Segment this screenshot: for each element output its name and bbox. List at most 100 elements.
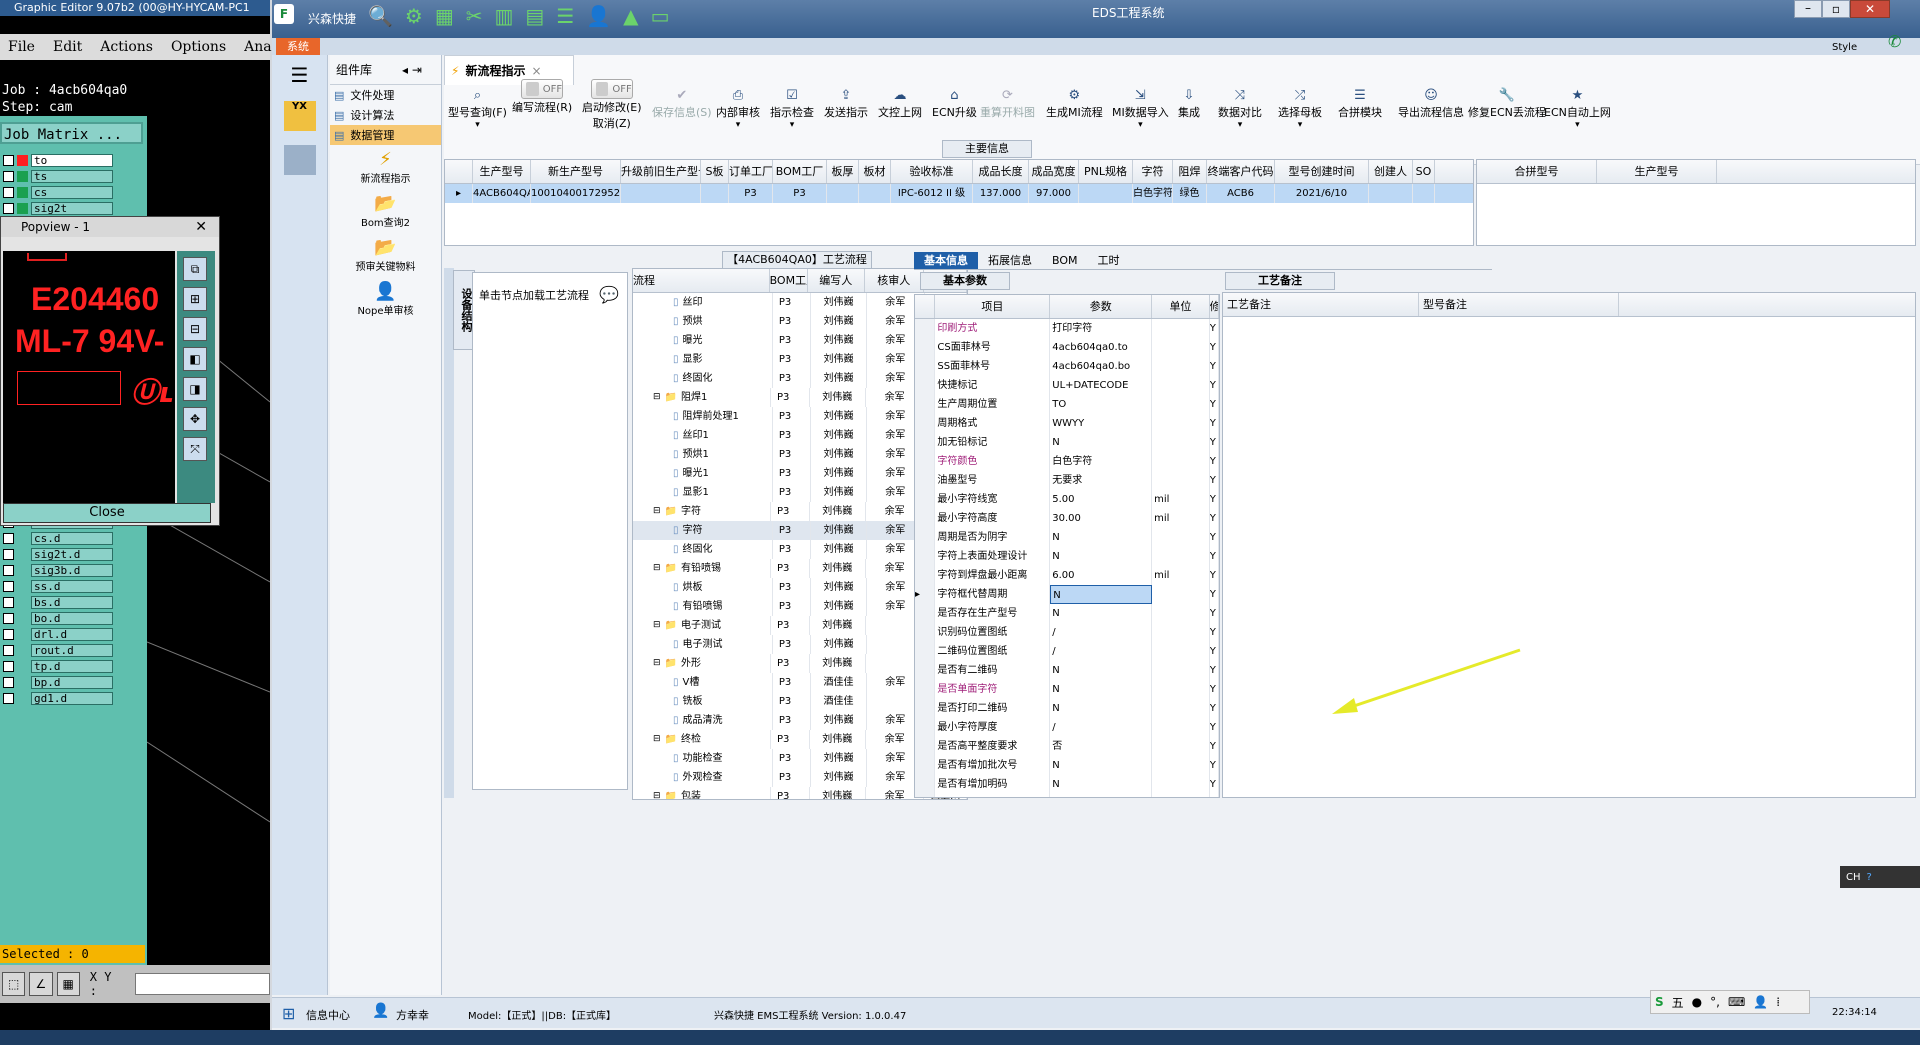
flow-cell[interactable]: 刘伟巍 [811, 540, 867, 559]
ime-lang-bar[interactable]: CH ? [1840, 866, 1920, 888]
close-tab-icon[interactable]: × [531, 64, 541, 78]
flow-node[interactable]: ▯ 预烘 [633, 312, 773, 331]
expand-toggle-icon[interactable]: ⊟ [653, 787, 661, 799]
flow-cell[interactable]: P3 [773, 540, 812, 559]
param-value[interactable]: N [1050, 547, 1153, 566]
flow-cell[interactable]: 刘伟巍 [811, 312, 867, 331]
param-value[interactable]: N [1050, 661, 1153, 680]
job-matrix-button[interactable]: Job Matrix ... [0, 122, 143, 144]
toggle-switch[interactable]: OFF [590, 79, 633, 99]
flow-node[interactable]: ▯ V槽 [633, 673, 773, 692]
flow-cell[interactable]: 刘伟巍 [811, 768, 867, 787]
table-cell[interactable]: P3 [729, 184, 773, 203]
flow-cell[interactable]: P3 [773, 464, 812, 483]
param-value[interactable]: 无要求 [1050, 471, 1153, 490]
menu-icon[interactable]: ⁞ [1776, 995, 1780, 1009]
flow-cell[interactable]: 刘伟巍 [810, 616, 866, 635]
yx-icon[interactable]: YX [283, 101, 316, 131]
flow-cell[interactable]: 刘伟巍 [810, 654, 866, 673]
flow-node[interactable]: ▯ 丝印 [633, 293, 773, 312]
list-icon[interactable]: ☰ [556, 4, 574, 28]
param-value[interactable]: 4acb604qa0.bo [1050, 357, 1153, 376]
layer-row[interactable]: ss.d [0, 578, 147, 594]
flow-node[interactable]: ▯ 丝印1 [633, 426, 773, 445]
punctuation-icon[interactable]: °, [1710, 995, 1720, 1009]
info-center-link[interactable]: 信息中心 [306, 1007, 350, 1023]
column-header[interactable]: 板材 [859, 160, 891, 183]
param-row[interactable]: ▸ 字符框代替周期 N Y [915, 585, 1219, 604]
param-value[interactable]: 否 [1050, 737, 1153, 756]
toolbar-compare-button[interactable]: ⤨ 数据对比 ▾ [1218, 88, 1262, 130]
toolbar-search-button[interactable]: ⌕ 型号查询(F) ▾ [448, 88, 507, 130]
table-cell[interactable]: ACB6 [1207, 184, 1275, 203]
param-row[interactable]: 是否有增加明码 N Y [915, 775, 1219, 794]
flow-cell[interactable]: 刘伟巍 [811, 578, 867, 597]
flow-cell[interactable]: P3 [773, 483, 812, 502]
flow-cell[interactable]: P3 [773, 749, 812, 768]
param-row[interactable]: 是否存在生产型号 N Y [915, 604, 1219, 623]
column-header[interactable]: 终端客户代码 [1207, 160, 1275, 183]
flow-node[interactable]: ⊟ 📁 有铅喷锡 [633, 559, 771, 578]
cut-icon[interactable]: ✂ [466, 4, 483, 28]
toolbar-flow-button[interactable]: ⚙ 生成MI流程 [1046, 88, 1103, 120]
menu-file[interactable]: File [8, 34, 35, 60]
table-cell[interactable]: IPC-6012 II 级 [891, 184, 973, 203]
flow-cell[interactable]: P3 [773, 635, 812, 654]
search-icon[interactable]: 🔍 [368, 4, 393, 28]
flow-cell[interactable]: P3 [771, 502, 810, 521]
param-value[interactable]: N [1050, 699, 1153, 718]
flow-node[interactable]: ▯ 终固化 [633, 540, 773, 559]
table-cell[interactable]: 白色字符 [1133, 184, 1173, 203]
toggle-switch[interactable]: OFF [521, 79, 564, 99]
nav-item[interactable]: ▤ 文件处理 [330, 85, 441, 105]
expand-toggle-icon[interactable]: ⊟ [653, 559, 661, 578]
chevron-down-icon[interactable]: ▾ [1238, 120, 1243, 130]
param-value[interactable]: TO [1050, 395, 1153, 414]
toolbar-import-button[interactable]: ⇲ MI数据导入 ▾ [1112, 88, 1169, 130]
column-header[interactable]: 修 [1210, 295, 1219, 318]
param-row[interactable]: 有白油块/ Y [915, 794, 1219, 797]
flow-node[interactable]: ▯ 成品清洗 [633, 711, 773, 730]
flow-cell[interactable]: P3 [773, 407, 812, 426]
layer-row[interactable]: cs.d [0, 530, 147, 546]
flow-cell[interactable]: 刘伟巍 [811, 331, 867, 350]
column-header[interactable]: 订单工厂 [729, 160, 773, 183]
param-row[interactable]: 印刷方式 打印字符 Y [915, 319, 1219, 338]
zoom-out-icon[interactable]: ⊟ [183, 317, 207, 341]
flow-cell[interactable]: P3 [773, 597, 812, 616]
flow-cell[interactable]: 刘伟巍 [811, 293, 867, 312]
param-value[interactable]: WWYY [1050, 414, 1153, 433]
flow-node[interactable]: ▯ 铣板 [633, 692, 773, 711]
param-value[interactable]: 4acb604qa0.to [1050, 338, 1153, 357]
calculator-icon[interactable] [283, 145, 316, 175]
flow-cell[interactable]: 刘伟巍 [811, 426, 867, 445]
param-row[interactable]: 最小字符高度 30.00 mil Y [915, 509, 1219, 528]
param-value[interactable]: N [1050, 775, 1153, 794]
param-value[interactable]: 5.00 [1050, 490, 1153, 509]
maximize-button[interactable]: ▫ [1822, 0, 1850, 18]
param-row[interactable]: 是否单面字符 N Y [915, 680, 1219, 699]
nav-item[interactable]: ▤ 数据管理 [330, 125, 441, 145]
layer-row[interactable]: ts [0, 168, 147, 184]
expand-toggle-icon[interactable]: ⊟ [653, 654, 661, 673]
layer-row[interactable]: bo.d [0, 610, 147, 626]
param-value[interactable]: 白色字符 [1050, 452, 1153, 471]
table-cell[interactable] [1369, 184, 1413, 203]
windows-icon[interactable]: ⊞ [282, 1004, 295, 1023]
flow-cell[interactable]: P3 [773, 768, 812, 787]
menu-options[interactable]: Options [171, 34, 226, 60]
toolbar-check-button[interactable]: ✔ 保存信息(S) [652, 88, 712, 120]
group-tool-item[interactable]: 👤 Nope单审核 [330, 277, 441, 321]
param-row[interactable]: 最小字符厚度 / Y [915, 718, 1219, 737]
table-cell[interactable] [827, 184, 859, 203]
flow-cell[interactable]: P3 [773, 673, 812, 692]
column-header[interactable]: 阻焊 [1173, 160, 1207, 183]
flow-cell[interactable]: P3 [773, 426, 812, 445]
layer-checkbox[interactable] [3, 612, 14, 624]
user-icon[interactable]: 👤 [586, 4, 611, 28]
param-row[interactable]: 加无铅标记 N Y [915, 433, 1219, 452]
flow-cell[interactable]: P3 [771, 787, 810, 799]
flow-cell[interactable]: 刘伟巍 [811, 635, 867, 654]
moon-icon[interactable]: ● [1692, 995, 1702, 1009]
settings-icon[interactable]: ⚙ [405, 4, 423, 28]
